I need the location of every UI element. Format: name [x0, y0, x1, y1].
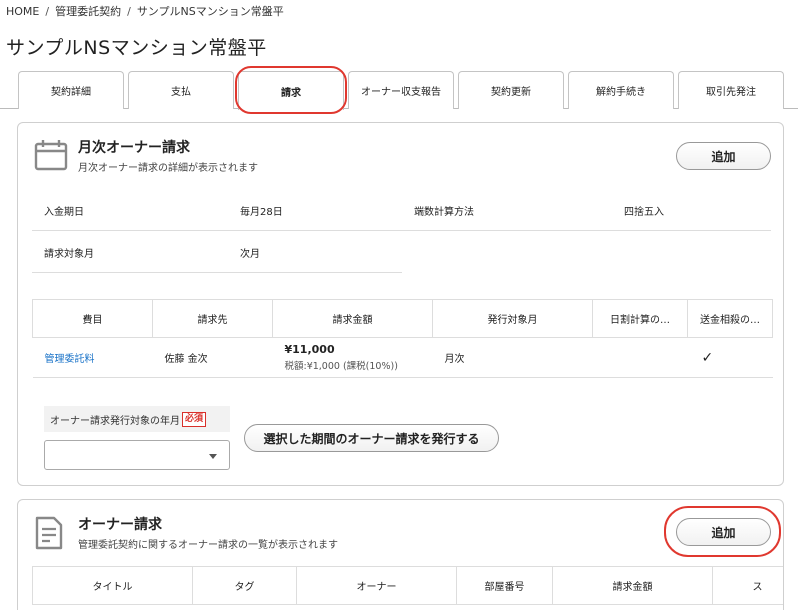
divider — [32, 272, 402, 273]
chevron-down-icon — [209, 454, 217, 459]
owner-billing-card: オーナー請求 管理委託契約に関するオーナー請求の一覧が表示されます 追加 タイト… — [17, 499, 784, 610]
target-month-value: 次月 — [240, 249, 260, 260]
breadcrumb-current: サンプルNSマンション常盤平 — [136, 5, 284, 18]
add-button[interactable]: 追加 — [676, 142, 771, 170]
required-badge: 必須 — [182, 411, 207, 427]
column-header: 発行対象月 — [432, 299, 593, 338]
tab-vendor-order[interactable]: 取引先発注 — [678, 71, 784, 109]
table-row: 管理委託料 佐藤 金次 ¥11,000 税額:¥1,000 (課税(10%)) … — [32, 337, 773, 378]
breadcrumb-separator: / — [45, 5, 50, 18]
amount-value: ¥11,000 — [284, 343, 335, 356]
tab-contract-renewal[interactable]: 契約更新 — [458, 71, 564, 109]
target-month-label: 請求対象月 — [44, 249, 94, 260]
column-header: 送金相殺の… — [687, 299, 773, 338]
tab-billing[interactable]: 請求 — [238, 71, 344, 110]
amount-tax: 税額:¥1,000 (課税(10%)) — [284, 361, 398, 372]
table-header-row: タイトル タグ オーナー 部屋番号 請求金額 ス — [32, 566, 783, 605]
issue-period-select[interactable] — [44, 440, 230, 470]
column-header: ス — [712, 566, 783, 605]
issue-owner-billing-button[interactable]: 選択した期間のオーナー請求を発行する — [244, 424, 499, 452]
card-title: オーナー請求 — [78, 517, 162, 533]
column-header: 日割計算の… — [592, 299, 688, 338]
tab-payment[interactable]: 支払 — [128, 71, 234, 109]
tab-owner-report[interactable]: オーナー収支報告 — [348, 71, 454, 109]
bill-to-cell: 佐藤 金次 — [152, 337, 273, 378]
issue-period-label: オーナー請求発行対象の年月 必須 — [44, 406, 230, 432]
divider — [32, 230, 771, 231]
document-icon — [34, 516, 64, 553]
breadcrumb-home[interactable]: HOME — [6, 5, 39, 18]
tab-contract-details[interactable]: 契約詳細 — [18, 71, 124, 109]
issue-month-cell: 月次 — [432, 337, 593, 378]
breadcrumb: HOME / 管理委託契約 / サンプルNSマンション常盤平 — [6, 3, 284, 19]
column-header: 請求金額 — [272, 299, 433, 338]
add-button[interactable]: 追加 — [676, 518, 771, 546]
deposit-day-value: 毎月28日 — [240, 207, 283, 218]
breadcrumb-separator: / — [127, 5, 131, 18]
monthly-billing-table: 費目 請求先 請求金額 発行対象月 日割計算の… 送金相殺の… 管理委託料 佐藤… — [32, 299, 773, 378]
item-link[interactable]: 管理委託料 — [45, 354, 95, 365]
tab-termination[interactable]: 解約手続き — [568, 71, 674, 109]
breadcrumb-contracts[interactable]: 管理委託契約 — [55, 5, 121, 18]
column-header: 部屋番号 — [456, 566, 553, 605]
amount-cell: ¥11,000 税額:¥1,000 (課税(10%)) — [272, 337, 433, 378]
column-header: タグ — [192, 566, 297, 605]
prorate-cell — [592, 337, 688, 378]
calendar-icon — [34, 139, 68, 174]
card-subtitle: 月次オーナー請求の詳細が表示されます — [78, 163, 258, 174]
card-title: 月次オーナー請求 — [78, 140, 190, 156]
issue-period-label-text: オーナー請求発行対象の年月 — [50, 415, 180, 427]
column-header: オーナー — [296, 566, 457, 605]
owner-billing-table: タイトル タグ オーナー 部屋番号 請求金額 ス — [32, 566, 783, 605]
deposit-day-label: 入金期日 — [44, 207, 84, 218]
rounding-value: 四捨五入 — [624, 207, 664, 218]
column-header: 請求先 — [152, 299, 273, 338]
column-header: 請求金額 — [552, 566, 713, 605]
tab-bar: 契約詳細 支払 請求 オーナー収支報告 契約更新 解約手続き 取引先発注 — [0, 71, 798, 110]
column-header: 費目 — [32, 299, 153, 338]
page-title: サンプルNSマンション常盤平 — [6, 37, 267, 59]
checkmark-icon: ✓ — [687, 337, 773, 378]
column-header: タイトル — [32, 566, 193, 605]
rounding-label: 端数計算方法 — [414, 207, 474, 218]
table-header-row: 費目 請求先 請求金額 発行対象月 日割計算の… 送金相殺の… — [32, 299, 773, 338]
card-subtitle: 管理委託契約に関するオーナー請求の一覧が表示されます — [78, 540, 338, 551]
